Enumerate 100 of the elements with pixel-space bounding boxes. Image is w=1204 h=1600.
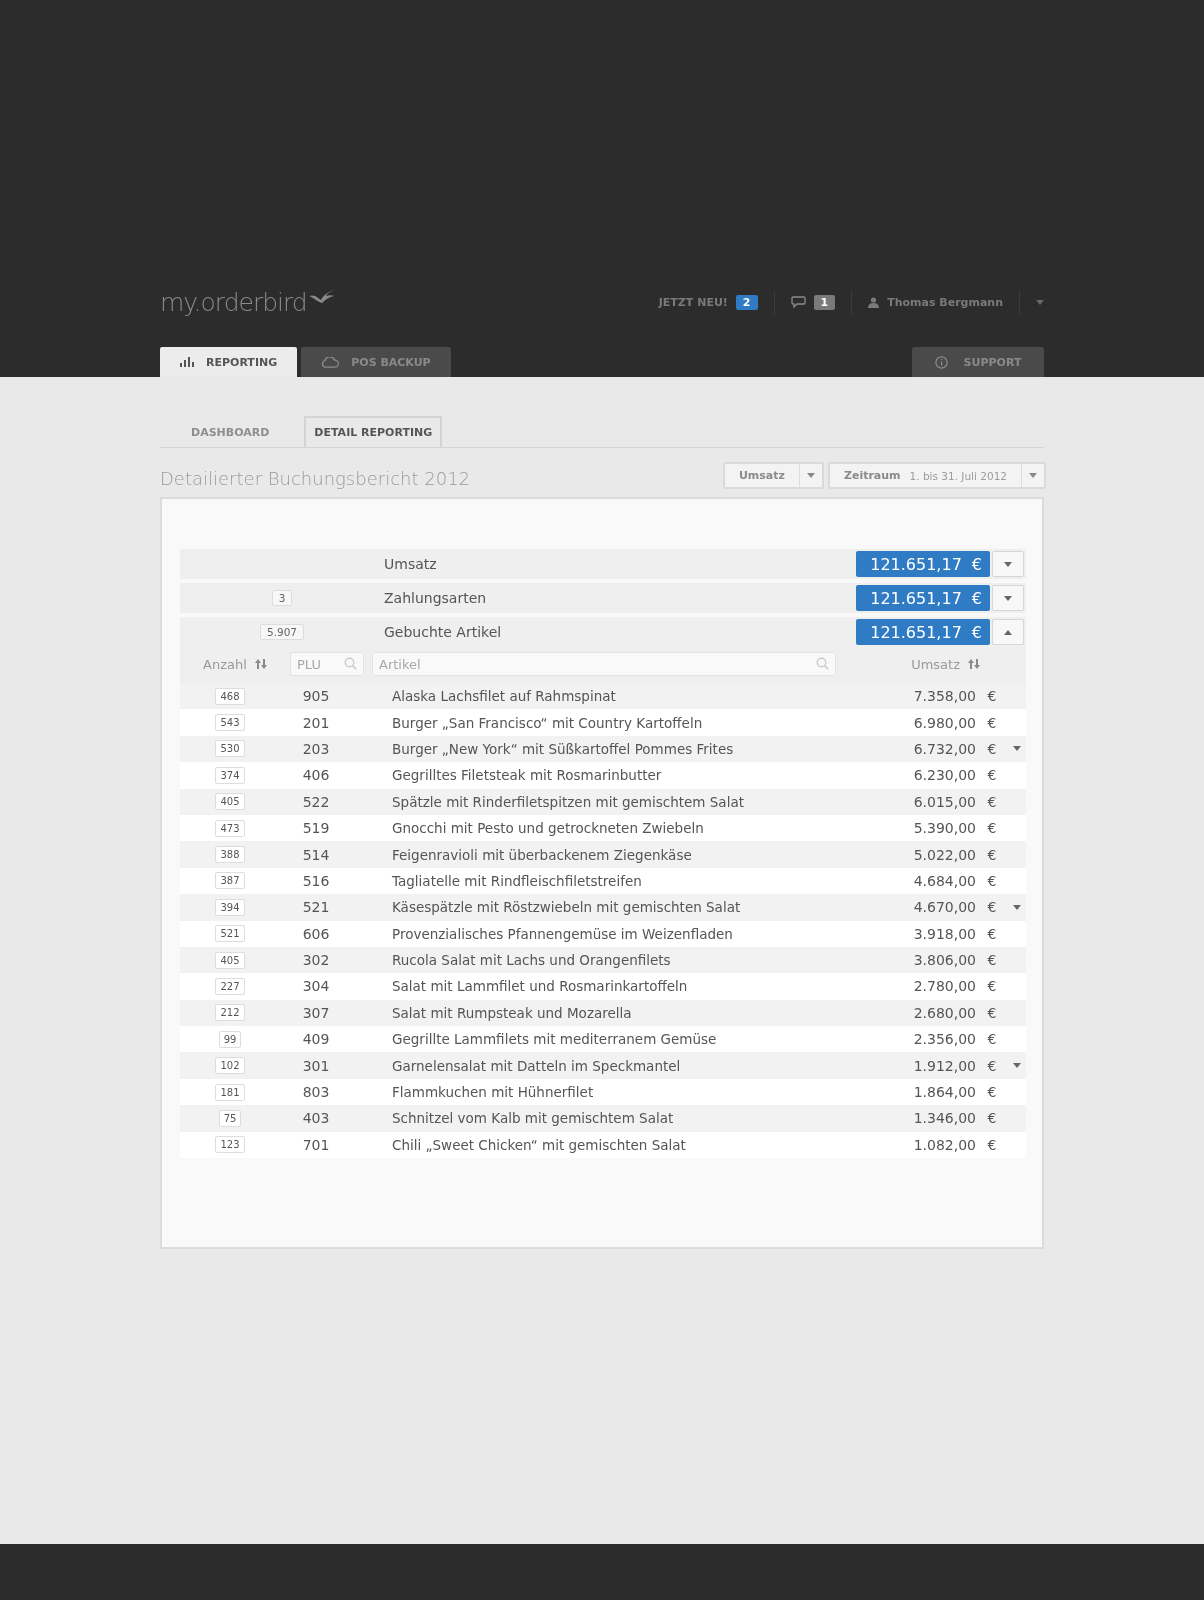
table-row[interactable]: 394 521 Käsespätzle mit Röstzwiebeln mit gemischten Salat 4.670,00 € bbox=[180, 894, 1026, 921]
article-cell-text: Provenzialisches Pfannengemüse im Weizenfladen bbox=[392, 925, 734, 942]
article-cell-text: Burger „New York“ mit Süßkartoffel Pommes Frites bbox=[392, 740, 735, 757]
summary-row[interactable]: Umsatz 121.651,17 € bbox=[180, 549, 1026, 579]
table-row[interactable]: 530 203 Burger „New York“ mit Süßkartoffel Pommes Frites 6.732,00 € bbox=[180, 735, 1026, 763]
table-row[interactable]: 473 519 Gnocchi mit Pesto und getrockneten Zwiebeln 5.390,00 € bbox=[180, 814, 1026, 842]
count-tag: 521 bbox=[215, 925, 245, 943]
article-cell-text: Chili „Sweet Chicken“ mit gemischten Salat bbox=[392, 1136, 687, 1153]
article-search-field[interactable]: Artikel bbox=[372, 652, 836, 676]
currency-cell-text: € bbox=[986, 1057, 998, 1074]
count-tag: 388 bbox=[215, 846, 245, 864]
table-row[interactable]: 387 516 Tagliatelle mit Rindfleischfiletstreifen 4.684,00 € bbox=[180, 867, 1026, 895]
count-tag: 394 bbox=[215, 898, 245, 916]
table-row[interactable]: 227 304 Salat mit Lammfilet und Rosmarinkartoffeln 2.780,00 € bbox=[180, 973, 1026, 1000]
count-tag: 468 bbox=[215, 687, 245, 705]
cloud-icon bbox=[321, 356, 340, 368]
currency-cell-text: € bbox=[986, 793, 998, 810]
sort-icon[interactable] bbox=[968, 659, 980, 669]
sub-tab[interactable]: DETAIL REPORTING bbox=[304, 416, 443, 447]
table-row[interactable]: 468 905 Alaska Lachsfilet auf Rahmspinat 7.358,00 € bbox=[180, 683, 1026, 710]
currency-cell-text: € bbox=[986, 767, 998, 784]
article-cell-text: Flammkuchen mit Hühnerfilet bbox=[392, 1084, 595, 1101]
revenue-cell-text: 3.806,00 bbox=[912, 952, 976, 969]
currency-cell-text: € bbox=[986, 872, 998, 889]
nav-tab[interactable]: REPORTING bbox=[160, 347, 298, 377]
count-tag: 3 bbox=[271, 590, 293, 606]
currency-cell-text: € bbox=[986, 688, 998, 705]
currency-cell-text: € bbox=[986, 1110, 998, 1127]
revenue-cell-text: 2.680,00 bbox=[912, 1004, 976, 1021]
speech-bubble-icon[interactable] bbox=[790, 296, 806, 309]
currency-cell-text: € bbox=[986, 740, 998, 757]
caret-down-icon bbox=[1004, 561, 1012, 567]
plu-cell: 301 bbox=[302, 1057, 330, 1074]
plu-cell: 409 bbox=[302, 1031, 330, 1048]
table-row[interactable]: 405 302 Rucola Salat mit Lachs und Orangenfilets 3.806,00 € bbox=[180, 946, 1026, 974]
table-row[interactable]: 123 701 Chili „Sweet Chicken“ mit gemischten Salat 1.082,00 € bbox=[180, 1131, 1026, 1159]
summary-label: Zahlungsarten bbox=[384, 590, 488, 606]
revenue-cell-text: 1.912,00 bbox=[912, 1057, 976, 1074]
caret-down-icon[interactable] bbox=[1013, 746, 1021, 752]
table-row[interactable]: 102 301 Garnelensalat mit Datteln im Speckmantel 1.912,00 € bbox=[180, 1052, 1026, 1079]
caret-down-icon[interactable] bbox=[1013, 904, 1021, 910]
currency-cell-text: € bbox=[986, 1136, 998, 1153]
news-count: 2 bbox=[735, 295, 758, 310]
message-count: 1 bbox=[813, 295, 836, 310]
sort-icon[interactable] bbox=[254, 659, 267, 669]
summary-row[interactable]: 3 Zahlungsarten 121.651,17 € bbox=[180, 583, 1026, 613]
revenue-cell-text: 5.390,00 bbox=[912, 820, 976, 837]
revenue-cell-text: 4.670,00 bbox=[912, 899, 976, 916]
table-row[interactable]: 75 403 Schnitzel vom Kalb mit gemischtem Salat 1.346,00 € bbox=[180, 1105, 1026, 1132]
amount-badge: 121.651,17 € bbox=[856, 619, 990, 645]
plu-cell: 302 bbox=[302, 952, 330, 969]
count-tag: 75 bbox=[218, 1109, 242, 1127]
caret-down-icon bbox=[1004, 595, 1012, 601]
article-cell-text: Burger „San Francisco“ mit Country Kartoffeln bbox=[392, 714, 704, 731]
count-tag: 473 bbox=[215, 819, 245, 837]
plu-filter-field[interactable]: PLU bbox=[290, 652, 364, 676]
logo[interactable]: my.orderbird bbox=[160, 288, 307, 317]
table-row[interactable]: 99 409 Gegrillte Lammfilets mit mediterranem Gemüse 2.356,00 € bbox=[180, 1026, 1026, 1053]
article-cell-text: Gegrilltes Filetsteak mit Rosmarinbutter bbox=[392, 767, 663, 784]
table-row[interactable]: 405 522 Spätzle mit Rinderfiletspitzen mit gemischtem Salat 6.015,00 € bbox=[180, 788, 1026, 815]
currency-cell-text: € bbox=[986, 820, 998, 837]
count-tag: 102 bbox=[215, 1057, 245, 1075]
caret-icon bbox=[806, 473, 815, 478]
revenue-cell-text: 2.356,00 bbox=[912, 1031, 976, 1048]
article-cell-text: Gegrillte Lammfilets mit mediterranem Gemüse bbox=[392, 1031, 718, 1048]
article-cell-text: Salat mit Rumpsteak und Mozarella bbox=[392, 1004, 633, 1021]
currency-cell-text: € bbox=[986, 1031, 998, 1048]
plu-cell: 803 bbox=[302, 1084, 330, 1101]
count-tag: 99 bbox=[218, 1030, 242, 1048]
count-tag: 543 bbox=[215, 714, 245, 732]
expand-button[interactable] bbox=[992, 585, 1024, 611]
revenue-cell-text: 1.864,00 bbox=[912, 1084, 976, 1101]
summary-label: Gebuchte Artikel bbox=[384, 624, 503, 640]
search-icon bbox=[816, 657, 829, 670]
user-icon bbox=[868, 297, 880, 308]
plu-cell: 701 bbox=[302, 1136, 330, 1153]
table-row[interactable]: 212 307 Salat mit Rumpsteak und Mozarella 2.680,00 € bbox=[180, 999, 1026, 1027]
currency-cell-text: € bbox=[986, 899, 998, 916]
article-cell-text: Käsespätzle mit Röstzwiebeln mit gemischten Salat bbox=[392, 899, 742, 916]
plu-cell: 304 bbox=[302, 978, 330, 995]
article-cell-text: Rucola Salat mit Lachs und Orangenfilets bbox=[392, 952, 672, 969]
caret-icon bbox=[1029, 473, 1037, 478]
revenue-cell-text: 4.684,00 bbox=[912, 872, 976, 889]
expand-button[interactable] bbox=[992, 619, 1024, 645]
currency-cell-text: € bbox=[986, 978, 998, 995]
currency-cell-text: € bbox=[986, 925, 998, 942]
table-row[interactable]: 374 406 Gegrilltes Filetsteak mit Rosmarinbutter 6.230,00 € bbox=[180, 762, 1026, 789]
revenue-cell-text: 7.358,00 bbox=[912, 688, 976, 705]
table-row[interactable]: 543 201 Burger „San Francisco“ mit Country Kartoffeln 6.980,00 € bbox=[180, 709, 1026, 736]
table-row[interactable]: 521 606 Provenzialisches Pfannengemüse im Weizenfladen 3.918,00 € bbox=[180, 920, 1026, 947]
summary-row[interactable]: 5.907 Gebuchte Artikel 121.651,17 € bbox=[180, 617, 1026, 647]
revenue-cell-text: 5.022,00 bbox=[912, 846, 976, 863]
caret-down-icon[interactable] bbox=[1013, 1063, 1021, 1069]
table-row[interactable]: 388 514 Feigenravioli mit überbackenem Ziegenkäse 5.022,00 € bbox=[180, 841, 1026, 868]
table-row[interactable]: 181 803 Flammkuchen mit Hühnerfilet 1.864,00 € bbox=[180, 1078, 1026, 1106]
count-tag: 405 bbox=[215, 793, 245, 811]
expand-button[interactable] bbox=[992, 551, 1024, 577]
plu-cell: 514 bbox=[302, 846, 330, 863]
search-icon bbox=[344, 657, 357, 670]
count-tag: 5.907 bbox=[259, 624, 305, 640]
